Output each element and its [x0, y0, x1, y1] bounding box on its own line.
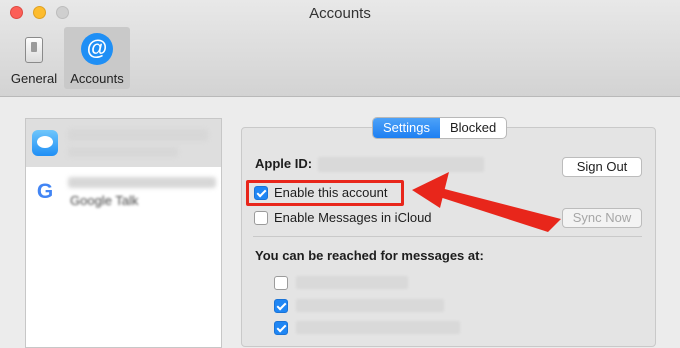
annotation-arrow-icon [412, 172, 561, 232]
